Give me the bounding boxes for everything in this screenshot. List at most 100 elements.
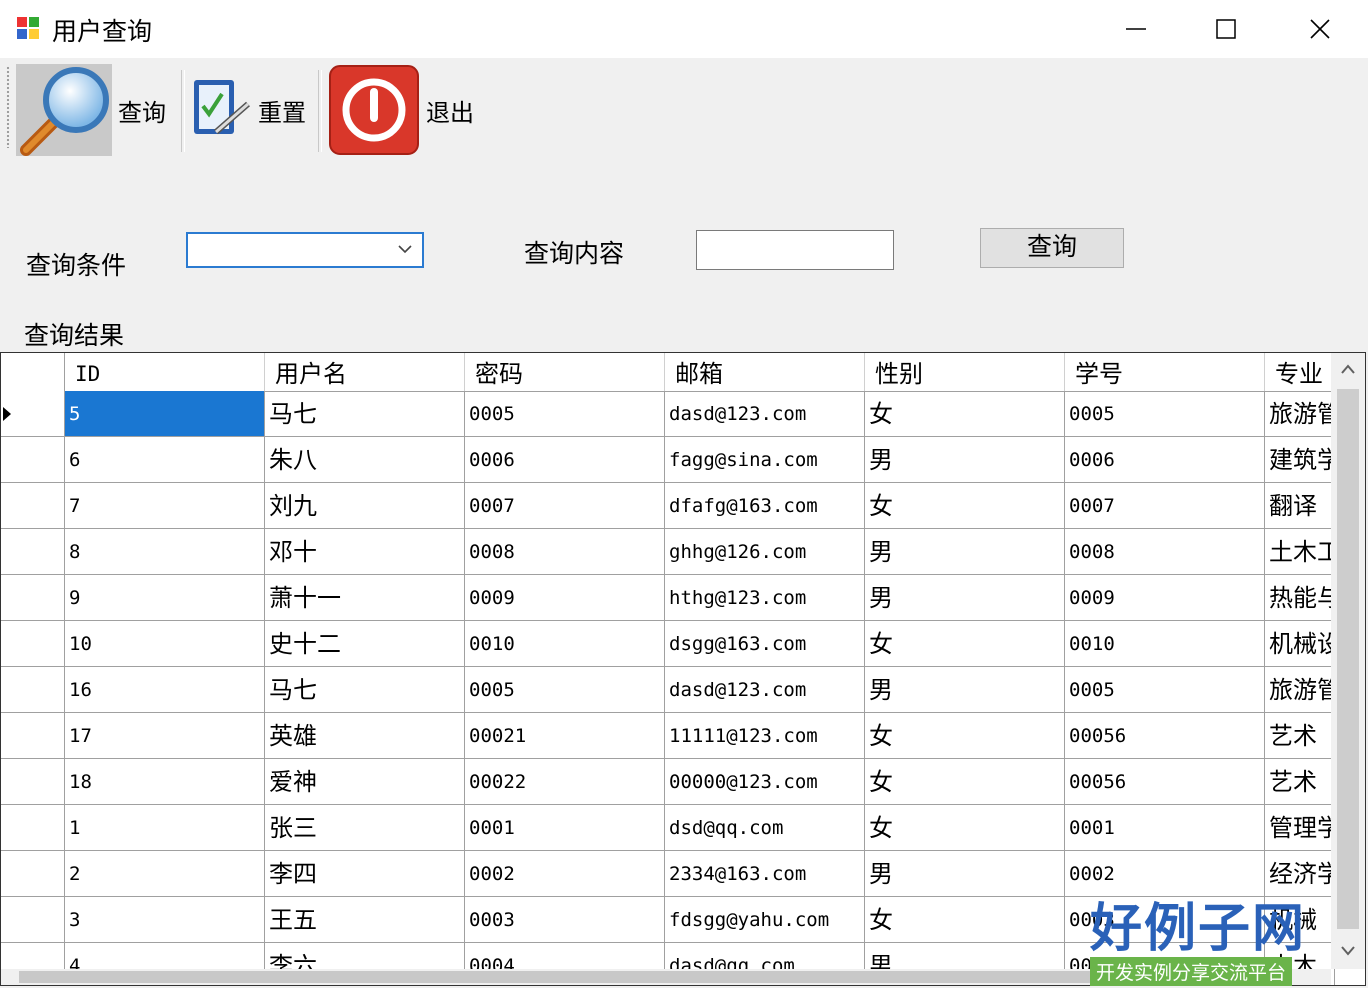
table-cell[interactable]: 女 — [865, 621, 1065, 667]
table-cell[interactable]: 热能与 — [1265, 575, 1335, 621]
row-header[interactable] — [1, 391, 65, 437]
table-cell[interactable]: 6 — [65, 437, 265, 483]
table-cell[interactable]: 英雄 — [265, 713, 465, 759]
table-row[interactable]: 1 张三 0001 dsd@qq.com 女 0001 管理学 — [1, 805, 1335, 851]
table-cell[interactable]: 2 — [65, 851, 265, 897]
row-header[interactable] — [1, 805, 65, 851]
vertical-scrollbar[interactable] — [1331, 353, 1365, 969]
table-cell[interactable]: 3 — [65, 897, 265, 943]
table-row[interactable]: 6 朱八 0006 fagg@sina.com 男 0006 建筑学 — [1, 437, 1335, 483]
row-header[interactable] — [1, 667, 65, 713]
table-cell[interactable]: 张三 — [265, 805, 465, 851]
table-cell[interactable]: 艺术 — [1265, 713, 1335, 759]
table-cell[interactable]: fdsgg@yahu.com — [665, 897, 865, 943]
table-cell[interactable]: 刘九 — [265, 483, 465, 529]
table-cell[interactable]: 0008 — [465, 529, 665, 575]
table-cell[interactable]: 00000@123.com — [665, 759, 865, 805]
column-header[interactable]: 专业 — [1265, 353, 1335, 391]
table-cell[interactable]: 11111@123.com — [665, 713, 865, 759]
table-cell[interactable]: 0009 — [1065, 575, 1265, 621]
table-cell[interactable]: 8 — [65, 529, 265, 575]
table-cell[interactable]: dsd@qq.com — [665, 805, 865, 851]
table-cell[interactable]: hthg@123.com — [665, 575, 865, 621]
table-cell[interactable]: fagg@sina.com — [665, 437, 865, 483]
column-header[interactable]: 学号 — [1065, 353, 1265, 391]
table-cell[interactable]: dasd@123.com — [665, 391, 865, 437]
table-cell[interactable]: 男 — [865, 575, 1065, 621]
table-cell[interactable]: 00021 — [465, 713, 665, 759]
column-header[interactable]: 性别 — [865, 353, 1065, 391]
table-cell[interactable]: 0005 — [1065, 391, 1265, 437]
column-header[interactable]: 密码 — [465, 353, 665, 391]
table-cell[interactable]: dfafg@163.com — [665, 483, 865, 529]
row-header[interactable] — [1, 529, 65, 575]
table-cell[interactable]: 0001 — [1065, 805, 1265, 851]
table-cell[interactable]: 0005 — [1065, 667, 1265, 713]
scroll-down-icon[interactable] — [1340, 945, 1356, 957]
table-row[interactable]: 7 刘九 0007 dfafg@163.com 女 0007 翻译 — [1, 483, 1335, 529]
row-header[interactable] — [1, 713, 65, 759]
table-cell[interactable]: 马七 — [265, 667, 465, 713]
table-cell[interactable]: 7 — [65, 483, 265, 529]
row-header[interactable] — [1, 759, 65, 805]
table-cell[interactable]: 0006 — [465, 437, 665, 483]
table-cell[interactable]: dsgg@163.com — [665, 621, 865, 667]
table-cell[interactable]: 女 — [865, 759, 1065, 805]
table-cell[interactable]: 0005 — [465, 391, 665, 437]
table-cell[interactable]: 男 — [865, 529, 1065, 575]
table-cell[interactable]: 0001 — [465, 805, 665, 851]
table-cell[interactable]: 2334@163.com — [665, 851, 865, 897]
table-cell[interactable]: 5 — [65, 391, 265, 437]
row-header[interactable] — [1, 483, 65, 529]
row-header[interactable] — [1, 851, 65, 897]
column-header[interactable]: 用户名 — [265, 353, 465, 391]
table-cell[interactable]: 0002 — [465, 851, 665, 897]
table-cell[interactable]: 1 — [65, 805, 265, 851]
row-header[interactable] — [1, 437, 65, 483]
table-cell[interactable]: 女 — [865, 391, 1065, 437]
query-toolbar-button[interactable]: 查询 — [16, 64, 166, 156]
table-row[interactable]: 18 爱神 00022 00000@123.com 女 00056 艺术 — [1, 759, 1335, 805]
table-row[interactable]: 8 邓十 0008 ghhg@126.com 男 0008 土木工 — [1, 529, 1335, 575]
table-cell[interactable]: 0010 — [1065, 621, 1265, 667]
table-cell[interactable]: 0005 — [465, 667, 665, 713]
horizontal-scroll-thumb[interactable] — [19, 971, 1129, 983]
table-cell[interactable]: 男 — [865, 667, 1065, 713]
scroll-up-icon[interactable] — [1340, 363, 1356, 375]
table-cell[interactable]: 李四 — [265, 851, 465, 897]
table-cell[interactable]: 00056 — [1065, 759, 1265, 805]
table-cell[interactable]: 0008 — [1065, 529, 1265, 575]
table-cell[interactable]: 旅游管 — [1265, 391, 1335, 437]
table-cell[interactable]: 9 — [65, 575, 265, 621]
column-header[interactable]: ID — [65, 353, 265, 391]
table-cell[interactable]: 朱八 — [265, 437, 465, 483]
table-cell[interactable]: 0009 — [465, 575, 665, 621]
table-cell[interactable]: 土木工 — [1265, 529, 1335, 575]
table-cell[interactable]: 艺术 — [1265, 759, 1335, 805]
table-cell[interactable]: 10 — [65, 621, 265, 667]
table-cell[interactable]: 王五 — [265, 897, 465, 943]
table-cell[interactable]: 00056 — [1065, 713, 1265, 759]
table-row[interactable]: 17 英雄 00021 11111@123.com 女 00056 艺术 — [1, 713, 1335, 759]
table-cell[interactable]: 0003 — [465, 897, 665, 943]
table-cell[interactable]: 建筑学 — [1265, 437, 1335, 483]
table-cell[interactable]: 旅游管 — [1265, 667, 1335, 713]
minimize-button[interactable] — [1090, 0, 1182, 58]
table-row[interactable]: 9 萧十一 0009 hthg@123.com 男 0009 热能与 — [1, 575, 1335, 621]
table-row[interactable]: 10 史十二 0010 dsgg@163.com 女 0010 机械设 — [1, 621, 1335, 667]
table-cell[interactable]: 女 — [865, 483, 1065, 529]
toolbar-grip[interactable] — [6, 66, 10, 148]
table-row[interactable]: 16 马七 0005 dasd@123.com 男 0005 旅游管 — [1, 667, 1335, 713]
table-cell[interactable]: 0006 — [1065, 437, 1265, 483]
table-cell[interactable]: 女 — [865, 805, 1065, 851]
table-cell[interactable]: ghhg@126.com — [665, 529, 865, 575]
row-header[interactable] — [1, 897, 65, 943]
vertical-scroll-thumb[interactable] — [1337, 389, 1359, 929]
table-cell[interactable]: dasd@123.com — [665, 667, 865, 713]
table-cell[interactable]: 爱神 — [265, 759, 465, 805]
column-header[interactable]: 邮箱 — [665, 353, 865, 391]
table-cell[interactable]: 男 — [865, 851, 1065, 897]
table-cell[interactable]: 史十二 — [265, 621, 465, 667]
table-cell[interactable]: 0010 — [465, 621, 665, 667]
exit-toolbar-button[interactable]: 退出 — [328, 64, 474, 156]
